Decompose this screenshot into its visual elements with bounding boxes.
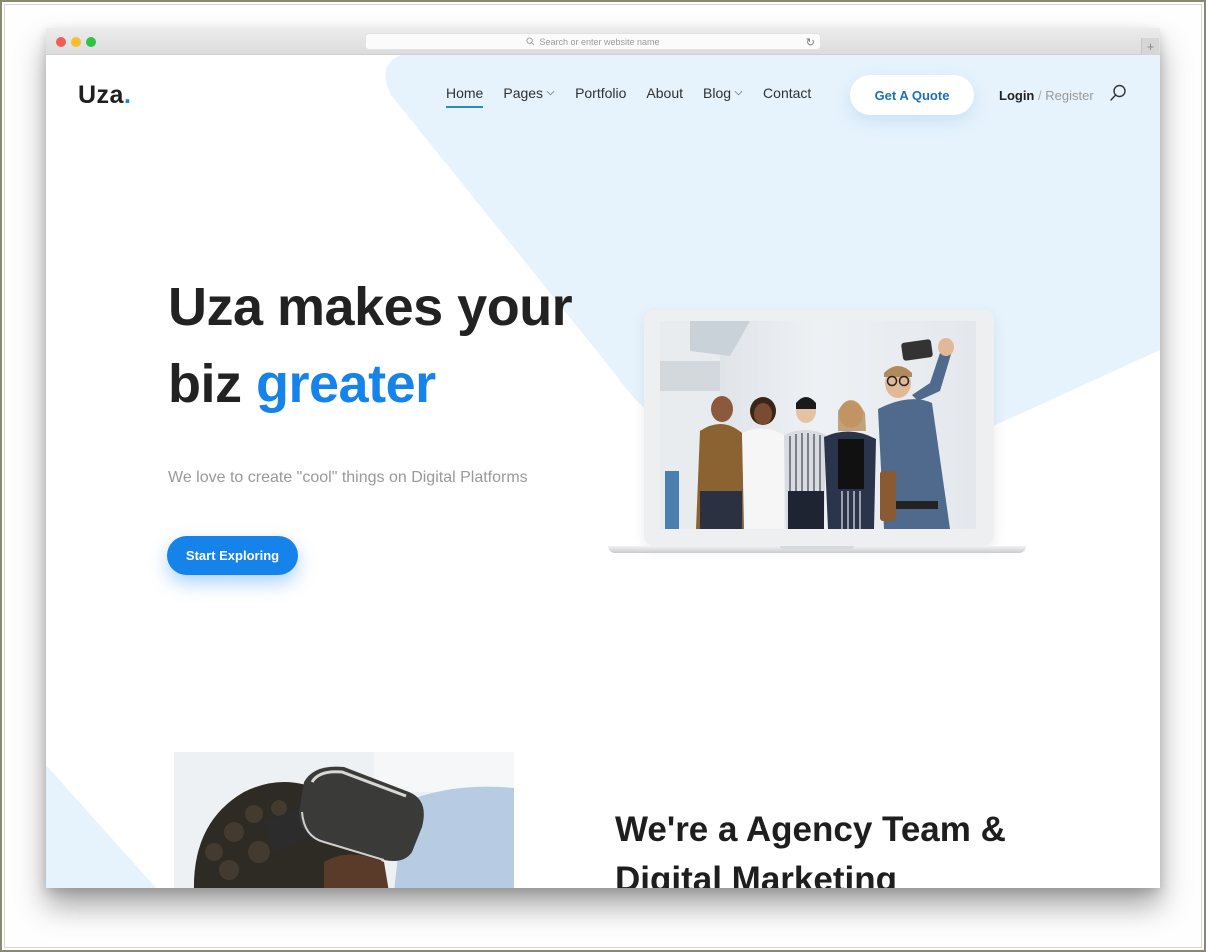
register-link[interactable]: Register	[1045, 88, 1093, 103]
search-icon[interactable]	[1109, 84, 1127, 102]
laptop-notch	[780, 546, 854, 549]
get-a-quote-button[interactable]: Get A Quote	[850, 75, 974, 115]
nav-item-label: About	[646, 85, 684, 101]
chevron-down-icon	[734, 90, 743, 96]
logo-dot: .	[123, 81, 132, 109]
browser-titlebar: Search or enter website name ↻ +	[46, 28, 1160, 55]
reload-icon[interactable]: ↻	[806, 36, 815, 49]
browser-window: Search or enter website name ↻ + Uza. Ho…	[46, 28, 1160, 888]
laptop-lid	[644, 310, 994, 546]
nav-item-portfolio[interactable]: Portfolio	[575, 85, 626, 101]
new-tab-button[interactable]: +	[1141, 38, 1159, 55]
web-page: Uza. Home Pages Portfolio About Blog Con…	[46, 55, 1160, 888]
nav-item-label: Portfolio	[575, 85, 627, 101]
maximize-window-button[interactable]	[86, 37, 96, 47]
search-icon	[526, 37, 535, 46]
site-logo[interactable]: Uza.	[78, 81, 131, 110]
start-exploring-button[interactable]: Start Exploring	[167, 536, 298, 575]
hero-title-line2: biz	[168, 354, 242, 414]
nav-item-pages[interactable]: Pages	[503, 85, 555, 101]
logo-text: Uza	[78, 81, 124, 109]
hero-title-accent: greater	[256, 354, 436, 414]
nav-item-home[interactable]: Home	[446, 85, 484, 108]
nav-item-label: Pages	[503, 85, 544, 101]
main-nav: Home Pages Portfolio About Blog Contact	[446, 85, 831, 108]
laptop-mockup	[608, 310, 1026, 560]
auth-separator: /	[1038, 88, 1042, 103]
nav-item-blog[interactable]: Blog	[703, 85, 743, 101]
hero-subtitle: We love to create "cool" things on Digit…	[168, 469, 528, 486]
vr-headset-illustration	[174, 752, 514, 888]
nav-item-label: Blog	[703, 85, 732, 101]
nav-item-label: Contact	[763, 85, 812, 101]
hero-title-line1: Uza makes your	[168, 277, 573, 337]
auth-links: Login / Register	[999, 88, 1094, 103]
nav-item-about[interactable]: About	[646, 85, 683, 101]
hero-title: Uza makes your biz greater	[168, 269, 573, 423]
nav-item-label: Home	[446, 85, 484, 101]
about-title-line2: Digital Marketing	[615, 860, 897, 888]
login-link[interactable]: Login	[999, 88, 1034, 103]
minimize-window-button[interactable]	[71, 37, 81, 47]
nav-item-contact[interactable]: Contact	[763, 85, 811, 101]
about-vr-photo	[174, 752, 514, 888]
about-title: We're a Agency Team & Digital Marketing	[615, 805, 1006, 888]
team-selfie-illustration	[660, 321, 976, 529]
close-window-button[interactable]	[56, 37, 66, 47]
address-bar[interactable]: Search or enter website name ↻	[365, 33, 821, 50]
about-title-line1: We're a Agency Team &	[615, 810, 1006, 849]
address-bar-placeholder: Search or enter website name	[539, 36, 660, 47]
chevron-down-icon	[546, 90, 555, 96]
hero-team-photo	[660, 321, 976, 529]
